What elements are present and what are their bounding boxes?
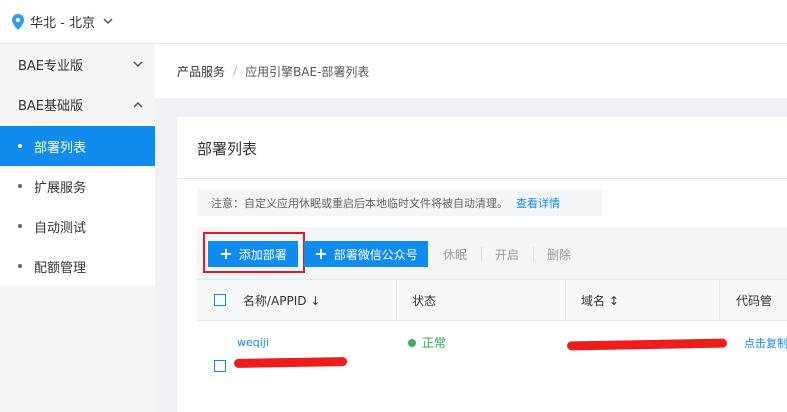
breadcrumb: 产品服务 / 应用引擎BAE-部署列表 [155,44,787,98]
table-row: weqiji 正常 点击复制 [197,321,787,412]
region-selector[interactable]: 华北 - 北京 [12,12,113,31]
sidebar: BAE专业版 BAE基础版 部署列表 扩展服务 自动测试 配额管理 [0,44,155,412]
sidebar-item-deploy-list[interactable]: 部署列表 [0,126,155,166]
top-bar: 华北 - 北京 [0,0,787,44]
sidebar-item-label: 自动测试 [34,220,87,236]
app-name-link[interactable]: weqiji [237,336,269,349]
location-pin-icon [12,13,24,30]
deploy-wechat-button[interactable]: + 部署微信公众号 [304,241,428,267]
chevron-up-icon [133,98,143,111]
sidebar-group-label: BAE基础版 [18,98,84,114]
sleep-button[interactable]: 休眠 [443,241,467,267]
sidebar-group-bae-pro[interactable]: BAE专业版 [0,44,155,84]
breadcrumb-root[interactable]: 产品服务 [177,63,225,80]
bullet-icon [18,264,22,268]
notice-text: 注意：自定义应用休眠或重启后本地临时文件将被自动清理。 [211,197,508,210]
chevron-down-icon [103,15,113,28]
redaction-mark [566,338,728,351]
start-button[interactable]: 开启 [495,241,519,267]
deploy-wechat-label: 部署微信公众号 [333,247,418,262]
breadcrumb-current: 应用引擎BAE-部署列表 [245,64,370,79]
toolbar-separator [533,247,534,261]
row-checkbox[interactable] [214,360,226,372]
bullet-icon [18,184,22,188]
notice-details-link[interactable]: 查看详情 [516,195,560,211]
redaction-mark [233,357,348,368]
region-label: 华北 - 北京 [30,16,95,31]
toolbar: + 添加部署 + 部署微信公众号 休眠 开启 删除 [197,227,787,279]
arrow-down-icon: ↓ [310,294,321,308]
breadcrumb-separator: / [233,64,238,78]
sidebar-item-label: 部署列表 [34,140,87,156]
sidebar-item-auto-test[interactable]: 自动测试 [0,206,155,246]
sidebar-item-label: 配额管理 [34,260,87,276]
sidebar-group-bae-basic[interactable]: BAE基础版 [0,84,155,124]
divider [177,178,787,179]
copy-code-link[interactable]: 点击复制 [744,335,787,351]
bullet-icon [18,144,22,148]
sort-icon: ↕ [608,294,619,308]
notice-banner: 注意：自定义应用休眠或重启后本地临时文件将被自动清理。 查看详情 [197,190,602,216]
column-divider [565,280,566,320]
sidebar-item-extensions[interactable]: 扩展服务 [0,166,155,206]
sidebar-group-label: BAE专业版 [18,58,84,74]
bullet-icon [18,224,22,228]
status-badge: 正常 [408,334,446,351]
col-header-status: 状态 [412,294,437,308]
chevron-down-icon [133,58,143,71]
sidebar-item-label: 扩展服务 [34,180,87,196]
column-divider [719,280,720,320]
status-dot-icon [408,338,416,347]
deploy-list-card: 部署列表 注意：自定义应用休眠或重启后本地临时文件将被自动清理。 查看详情 + … [177,117,787,412]
col-header-name[interactable]: 名称/APPID ↓ [243,292,320,309]
select-all-checkbox[interactable] [214,294,226,306]
annotation-highlight-box [203,232,305,273]
sidebar-background [0,286,155,412]
table-header: 名称/APPID ↓ 状态 域名 ↕ 代码管 [197,279,787,321]
column-divider [396,280,397,320]
col-header-code: 代码管 [736,294,773,308]
page-title: 部署列表 [197,140,258,158]
toolbar-separator [481,247,482,261]
col-header-domain[interactable]: 域名 ↕ [581,292,619,309]
sidebar-item-quota[interactable]: 配额管理 [0,246,155,286]
plus-icon: + [314,244,328,263]
delete-button[interactable]: 删除 [547,241,571,267]
